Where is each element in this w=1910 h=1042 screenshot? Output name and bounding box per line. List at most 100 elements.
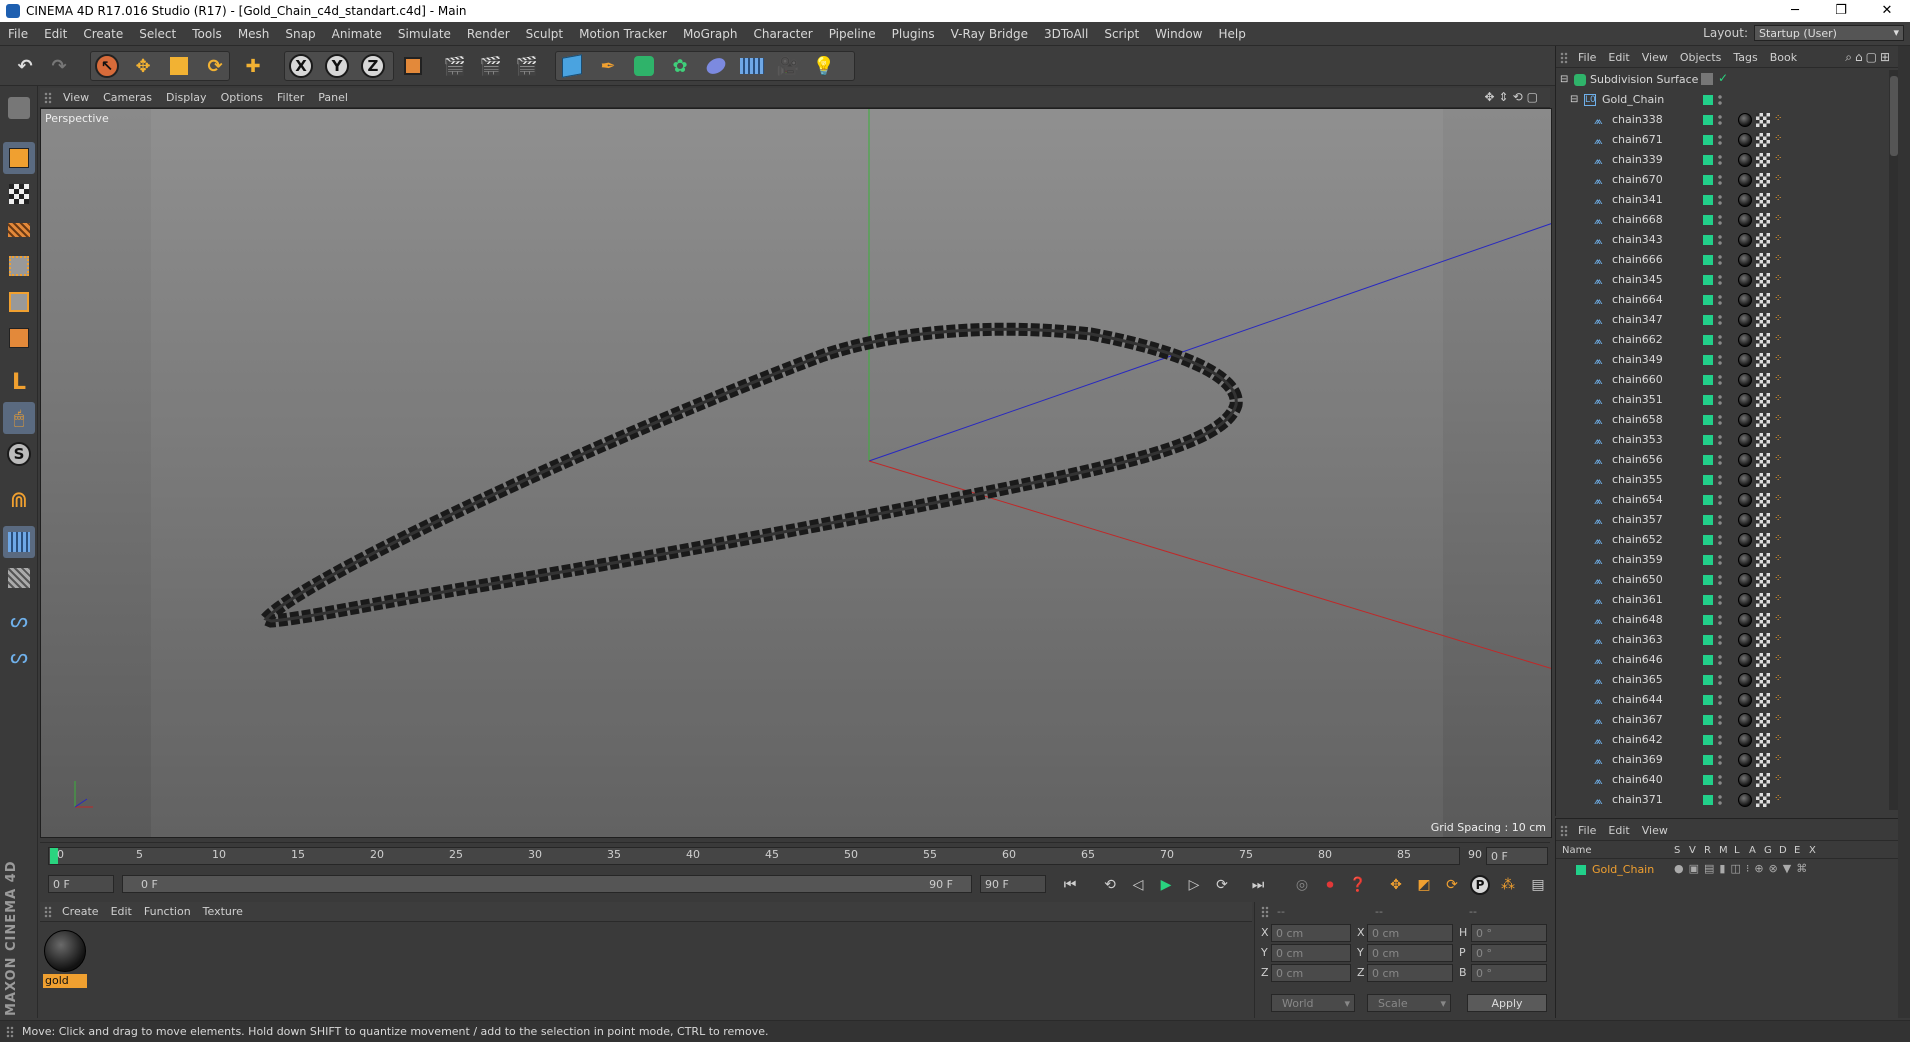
object-row[interactable]: ⩕ chain671 ⁘ <box>1556 130 1886 150</box>
visibility-dots[interactable] <box>1718 254 1722 266</box>
material-menu-function[interactable]: Function <box>138 905 197 918</box>
make-editable-button[interactable] <box>3 92 35 124</box>
collapse-icon[interactable]: ⊟ <box>1560 74 1568 85</box>
layer-col-manager[interactable]: M <box>1719 845 1728 856</box>
layer-col-generators[interactable]: G <box>1764 845 1772 856</box>
object-row[interactable]: ⩕ chain339 ⁘ <box>1556 150 1886 170</box>
visibility-dots[interactable] <box>1718 334 1722 346</box>
goto-start-button[interactable]: ⏮ <box>1058 874 1082 896</box>
selection-tag-icon[interactable]: ⁘ <box>1774 173 1786 187</box>
objects-menu-view[interactable]: View <box>1636 51 1674 64</box>
current-frame-field[interactable]: 0 F <box>1486 847 1548 865</box>
grip-icon[interactable] <box>44 91 52 104</box>
end-frame-field[interactable]: 90 F <box>980 875 1046 893</box>
selection-tag-icon[interactable]: ⁘ <box>1774 333 1786 347</box>
selection-tag-icon[interactable]: ⁘ <box>1774 193 1786 207</box>
uvw-tag-icon[interactable] <box>1756 213 1770 227</box>
material-tag-icon[interactable] <box>1738 453 1752 467</box>
tweak-mode-button[interactable]: 🖱 <box>3 402 35 434</box>
selection-tag-icon[interactable]: ⁘ <box>1774 313 1786 327</box>
key-rotation-button[interactable]: ⟳ <box>1440 874 1464 896</box>
object-row[interactable]: ⩕ chain650 ⁘ <box>1556 570 1886 590</box>
object-row[interactable]: ⩕ chain660 ⁘ <box>1556 370 1886 390</box>
layer-color-swatch[interactable] <box>1703 375 1713 385</box>
right-panel-tabs[interactable] <box>1898 46 1910 1018</box>
rotate-tool-button[interactable]: ⟳ <box>200 51 230 81</box>
uvw-tag-icon[interactable] <box>1756 133 1770 147</box>
uvw-tag-icon[interactable] <box>1756 733 1770 747</box>
object-row[interactable]: ⩕ chain640 ⁘ <box>1556 770 1886 790</box>
uvw-tag-icon[interactable] <box>1756 553 1770 567</box>
visibility-dots[interactable] <box>1718 274 1722 286</box>
uvw-tag-icon[interactable] <box>1756 313 1770 327</box>
visibility-dots[interactable] <box>1718 134 1722 146</box>
selection-tag-icon[interactable]: ⁘ <box>1774 353 1786 367</box>
objects-menu-bookmarks[interactable]: Book <box>1764 51 1803 64</box>
locked-workplane-button[interactable] <box>3 526 35 558</box>
viewport-menu-panel[interactable]: Panel <box>311 91 355 104</box>
add-spline-button[interactable]: ✒ <box>593 51 623 81</box>
object-row[interactable]: ⩕ chain367 ⁘ <box>1556 710 1886 730</box>
uvw-tag-icon[interactable] <box>1756 593 1770 607</box>
render-settings-button[interactable]: 🎬 <box>512 51 542 81</box>
selection-tag-icon[interactable]: ⁘ <box>1774 373 1786 387</box>
layer-color-swatch[interactable] <box>1703 635 1713 645</box>
visibility-dots[interactable] <box>1718 714 1722 726</box>
layer-row-gold-chain[interactable]: Gold_Chain ●▣▤▮◫⁝⊕⊗▼⌘ <box>1556 861 1899 879</box>
object-row-subdivision-surface[interactable]: ⊟ Subdivision Surface ✓ <box>1556 70 1886 90</box>
visibility-dots[interactable] <box>1718 94 1722 106</box>
selection-tag-icon[interactable]: ⁘ <box>1774 753 1786 767</box>
material-tag-icon[interactable] <box>1738 773 1752 787</box>
add-nurbs-button[interactable] <box>629 51 659 81</box>
add-floor-button[interactable] <box>737 51 767 81</box>
pos-x-field[interactable]: 0 cm <box>1271 924 1351 942</box>
rot-p-field[interactable]: 0 ° <box>1471 944 1547 962</box>
visibility-dots[interactable] <box>1718 674 1722 686</box>
play-button[interactable]: ▶ <box>1154 874 1178 896</box>
add-array-button[interactable]: ✿ <box>665 51 695 81</box>
snap-button[interactable]: ⋒ <box>3 484 35 516</box>
uvw-tag-icon[interactable] <box>1756 193 1770 207</box>
uvw-tag-icon[interactable] <box>1756 613 1770 627</box>
visibility-dots[interactable] <box>1718 554 1722 566</box>
uvw-tag-icon[interactable] <box>1756 293 1770 307</box>
uvw-tag-icon[interactable] <box>1756 273 1770 287</box>
object-row[interactable]: ⩕ chain646 ⁘ <box>1556 650 1886 670</box>
layer-col-view[interactable]: V <box>1689 845 1696 856</box>
menu-motion-tracker[interactable]: Motion Tracker <box>571 27 675 41</box>
uvw-tag-icon[interactable] <box>1756 153 1770 167</box>
object-row[interactable]: ⩕ chain343 ⁘ <box>1556 230 1886 250</box>
menu-window[interactable]: Window <box>1147 27 1210 41</box>
layer-color-swatch[interactable] <box>1703 235 1713 245</box>
add-light-button[interactable]: 💡 <box>809 51 839 81</box>
menu-vray-bridge[interactable]: V-Ray Bridge <box>943 27 1036 41</box>
selection-tag-icon[interactable]: ⁘ <box>1774 653 1786 667</box>
uvw-tag-icon[interactable] <box>1756 673 1770 687</box>
uvw-tag-icon[interactable] <box>1756 793 1770 807</box>
material-tag-icon[interactable] <box>1738 313 1752 327</box>
prev-key-button[interactable]: ⟲ <box>1098 874 1122 896</box>
selection-tag-icon[interactable]: ⁘ <box>1774 153 1786 167</box>
uvw-tag-icon[interactable] <box>1756 713 1770 727</box>
move-tool-button[interactable]: ✥ <box>128 51 158 81</box>
layer-color-swatch[interactable] <box>1703 395 1713 405</box>
menu-plugins[interactable]: Plugins <box>884 27 943 41</box>
object-row[interactable]: ⩕ chain341 ⁘ <box>1556 190 1886 210</box>
add-camera-button[interactable]: 🎥 <box>773 51 803 81</box>
object-row[interactable]: ⩕ chain347 ⁘ <box>1556 310 1886 330</box>
selection-tag-icon[interactable]: ⁘ <box>1774 453 1786 467</box>
object-row[interactable]: ⩕ chain644 ⁘ <box>1556 690 1886 710</box>
layer-col-render[interactable]: R <box>1704 845 1711 856</box>
material-tag-icon[interactable] <box>1738 633 1752 647</box>
material-tag-icon[interactable] <box>1738 573 1752 587</box>
uvw-tag-icon[interactable] <box>1756 473 1770 487</box>
layer-color-swatch[interactable] <box>1703 115 1713 125</box>
material-tag-icon[interactable] <box>1738 513 1752 527</box>
coordinate-mode-select[interactable]: World ▾ <box>1271 994 1355 1012</box>
visibility-dots[interactable] <box>1718 614 1722 626</box>
selection-tag-icon[interactable]: ⁘ <box>1774 133 1786 147</box>
uvw-tag-icon[interactable] <box>1756 373 1770 387</box>
object-row-gold-chain[interactable]: ⊟ L0 Gold_Chain <box>1556 90 1886 110</box>
object-row[interactable]: ⩕ chain668 ⁘ <box>1556 210 1886 230</box>
selection-tag-icon[interactable]: ⁘ <box>1774 433 1786 447</box>
